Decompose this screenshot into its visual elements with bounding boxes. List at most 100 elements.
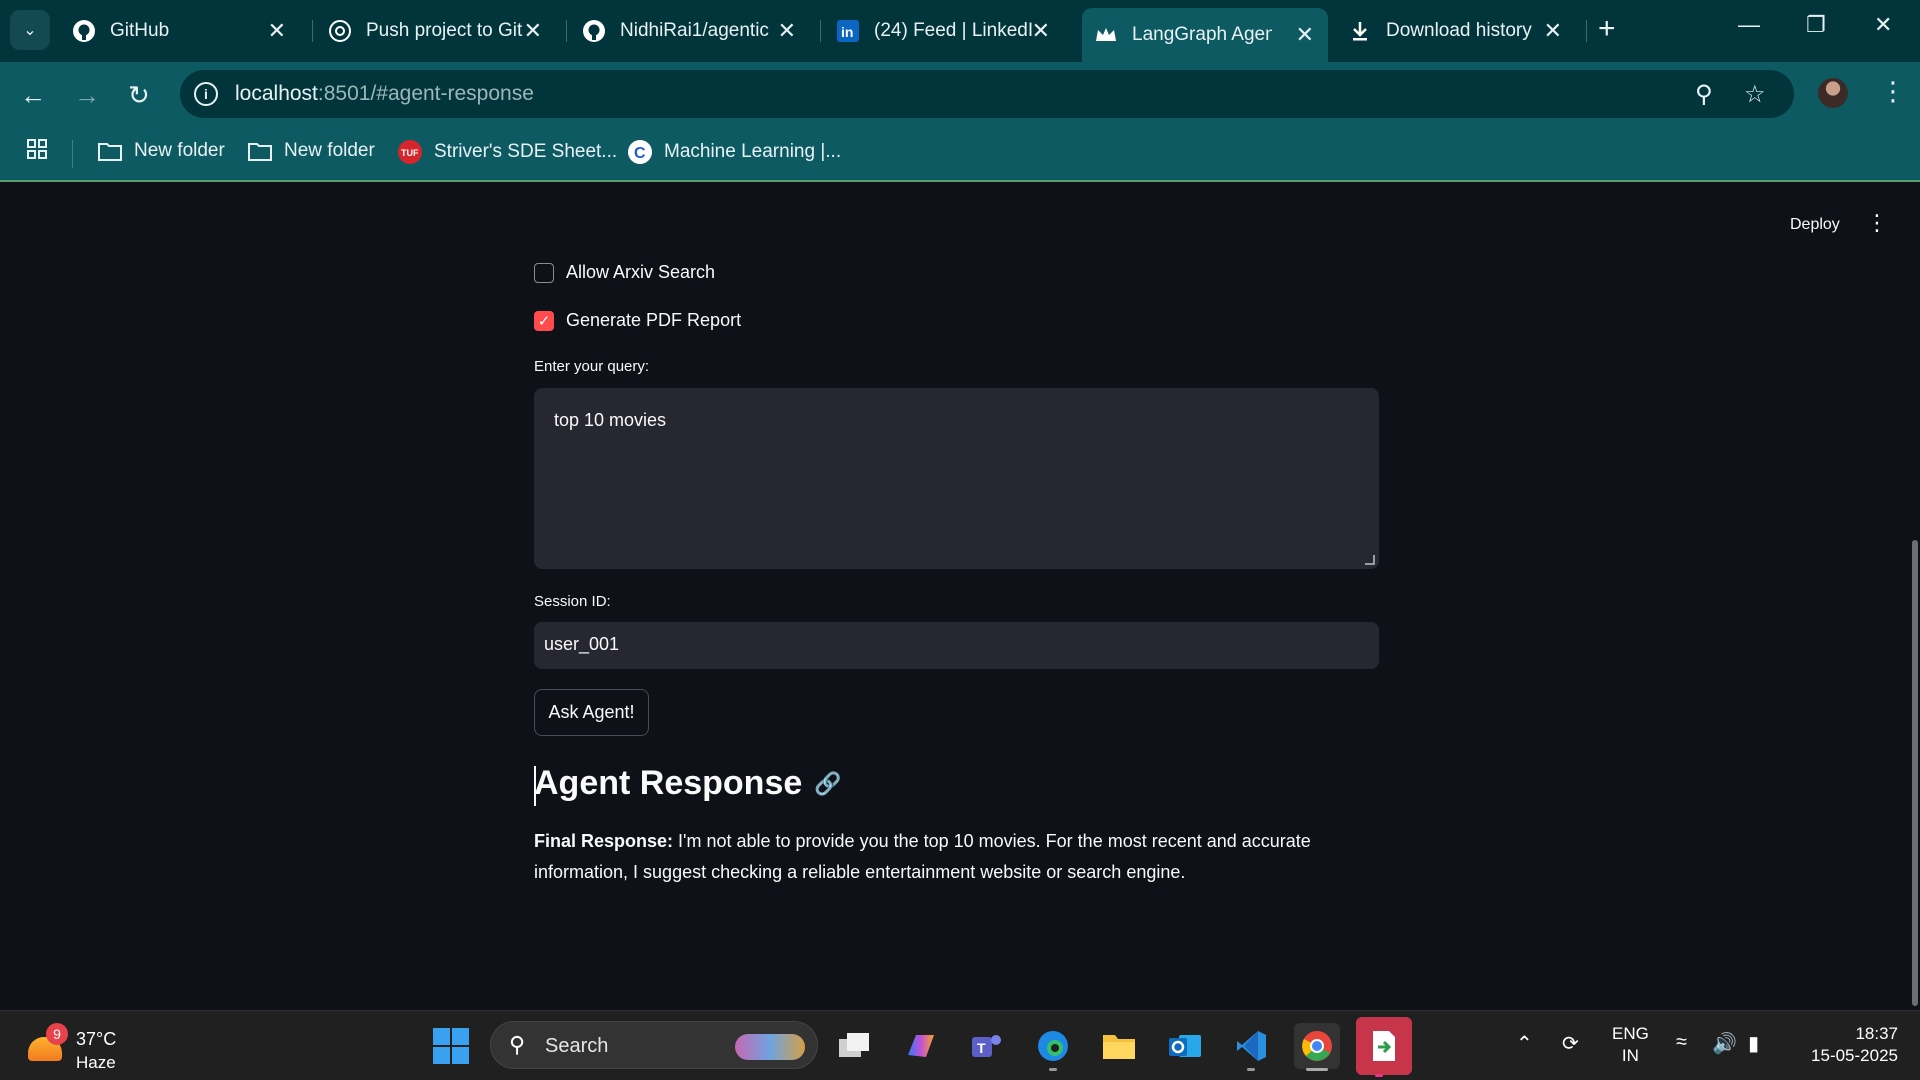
checkbox-checked-icon[interactable]: ✓ <box>534 310 554 331</box>
forward-arrow-icon[interactable]: → <box>74 80 100 111</box>
github-icon <box>582 19 606 43</box>
streamlit-crown-icon <box>1094 23 1118 47</box>
profile-avatar[interactable] <box>1818 78 1848 108</box>
close-icon[interactable]: ✕ <box>778 18 796 44</box>
tab-label: Push project to Git <box>366 20 523 41</box>
final-response-label: Final Response: <box>534 831 674 851</box>
address-bar[interactable]: i localhost:8501/#agent-response ⚲ ☆ <box>180 70 1794 118</box>
lang-line1: ENG <box>1612 1024 1649 1043</box>
search-label: Search <box>545 1035 609 1057</box>
weather-widget[interactable]: 9 37°C Haze <box>26 1023 146 1072</box>
checkbox-label: Allow Arxiv Search <box>566 262 716 282</box>
bookmark-machine-learning[interactable]: C Machine Learning |... <box>628 140 841 164</box>
edge-browser-icon[interactable] <box>1030 1023 1076 1071</box>
tab-github[interactable]: GitHub ✕ <box>60 10 300 52</box>
outlook-icon[interactable] <box>1162 1023 1208 1069</box>
bookmark-new-folder-1[interactable]: New folder <box>98 140 225 162</box>
back-arrow-icon[interactable]: ← <box>20 80 46 111</box>
teams-icon[interactable]: T <box>964 1023 1010 1069</box>
tab-push-project[interactable]: Push project to Git ✕ <box>316 10 556 52</box>
tab-label: NidhiRai1/agentic <box>620 20 769 41</box>
file-explorer-icon[interactable] <box>1096 1023 1142 1069</box>
bookmarks-bar: New folder New folder TUF Striver's SDE … <box>0 126 1920 182</box>
volume-icon[interactable]: 🔊 <box>1712 1031 1737 1056</box>
show-hidden-icons-chevron-icon[interactable]: ⌃ <box>1516 1031 1533 1056</box>
tab-divider <box>820 20 821 42</box>
tab-agentic-repo[interactable]: NidhiRai1/agentic ✕ <box>570 10 810 52</box>
clock-date: 15-05-2025 <box>1811 1046 1898 1065</box>
final-response-text: Final Response: I'm not able to provide … <box>534 826 1354 888</box>
tab-divider <box>566 20 567 42</box>
anchor-link-icon[interactable]: 🔗 <box>814 771 841 797</box>
exit-app-icon[interactable] <box>1356 1017 1412 1077</box>
folder-icon <box>248 141 272 161</box>
browser-menu-icon[interactable]: ⋮ <box>1880 76 1906 107</box>
browser-toolbar: ← → ↻ i localhost:8501/#agent-response ⚲… <box>0 62 1920 126</box>
running-indicator <box>1049 1068 1057 1071</box>
tab-linkedin[interactable]: in (24) Feed | LinkedI ✕ <box>824 10 1064 52</box>
tab-label: LangGraph Agent <box>1132 24 1272 45</box>
windows-start-icon[interactable] <box>433 1028 469 1064</box>
bookmark-label: New folder <box>134 140 225 161</box>
svg-text:in: in <box>841 24 853 40</box>
c-logo-icon: C <box>628 140 652 164</box>
bookmark-label: Striver's SDE Sheet... <box>434 141 618 162</box>
vscode-icon[interactable] <box>1228 1023 1274 1071</box>
temperature: 37°C <box>76 1029 117 1049</box>
url-text[interactable]: localhost:8501/#agent-response <box>235 82 534 106</box>
system-clock[interactable]: 18:37 15-05-2025 <box>1794 1023 1898 1067</box>
checkbox-label: Generate PDF Report <box>566 310 742 330</box>
session-label: Session ID: <box>534 593 611 610</box>
session-id-input[interactable]: user_001 <box>534 622 1379 669</box>
sync-icon[interactable]: ⟳ <box>1562 1031 1579 1056</box>
new-tab-plus-icon[interactable]: + <box>1598 14 1616 44</box>
copilot-icon[interactable] <box>898 1023 944 1069</box>
task-view-icon[interactable] <box>832 1023 878 1069</box>
bookmark-label: New folder <box>284 140 375 161</box>
search-icon: ⚲ <box>509 1032 526 1057</box>
language-indicator[interactable]: ENG IN <box>1612 1023 1649 1067</box>
clock-time: 18:37 <box>1855 1024 1898 1043</box>
notification-badge: 9 <box>46 1023 68 1045</box>
page-scrollbar[interactable] <box>1912 540 1918 1006</box>
generate-pdf-checkbox[interactable]: ✓ Generate PDF Report <box>534 310 741 331</box>
window-close-icon[interactable]: ✕ <box>1874 12 1892 38</box>
bookmark-new-folder-2[interactable]: New folder <box>248 140 375 162</box>
deploy-button[interactable]: Deploy <box>1790 216 1840 234</box>
query-textarea[interactable]: top 10 movies <box>534 388 1379 569</box>
tab-label: Download history <box>1386 20 1532 41</box>
close-icon[interactable]: ✕ <box>1544 18 1562 44</box>
ask-agent-button[interactable]: Ask Agent! <box>534 689 649 736</box>
running-indicator <box>1306 1068 1328 1071</box>
close-icon[interactable]: ✕ <box>1032 18 1050 44</box>
checkbox-unchecked-icon[interactable] <box>534 262 554 283</box>
app-menu-icon[interactable]: ⋮ <box>1866 210 1888 236</box>
close-icon[interactable]: ✕ <box>268 18 286 44</box>
site-info-icon[interactable]: i <box>194 82 218 106</box>
windows-taskbar: 9 37°C Haze ⚲ Search T ⌃ ⟳ ENG IN ≈ 🔊 ▮ … <box>0 1010 1920 1080</box>
wifi-icon[interactable]: ≈ <box>1676 1031 1687 1054</box>
apps-grid-icon[interactable] <box>26 138 48 160</box>
minimize-icon[interactable]: — <box>1738 12 1760 38</box>
weather-description: Haze <box>76 1053 116 1072</box>
streamlit-app: Deploy ⋮ Allow Arxiv Search ✓ Generate P… <box>0 184 1920 1010</box>
bookmark-star-icon[interactable]: ☆ <box>1744 80 1766 109</box>
chrome-icon[interactable] <box>1294 1023 1340 1071</box>
battery-icon[interactable]: ▮ <box>1748 1031 1759 1056</box>
tab-search-button[interactable]: ⌄ <box>10 10 50 50</box>
allow-arxiv-checkbox[interactable]: Allow Arxiv Search <box>534 262 715 283</box>
chatgpt-icon <box>328 19 352 43</box>
tab-download-history[interactable]: Download history ✕ <box>1336 10 1576 52</box>
reload-icon[interactable]: ↻ <box>128 80 150 111</box>
restore-icon[interactable]: ❐ <box>1806 12 1826 38</box>
tab-label: (24) Feed | LinkedI <box>874 20 1034 41</box>
close-icon[interactable]: ✕ <box>1296 22 1314 48</box>
resize-handle-icon[interactable] <box>1365 555 1375 565</box>
tab-langgraph-agent[interactable]: LangGraph Agent ✕ <box>1082 8 1328 62</box>
browser-tab-strip: ⌄ GitHub ✕ Push project to Git ✕ NidhiRa… <box>0 0 1920 62</box>
running-indicator <box>1247 1068 1255 1071</box>
bookmark-strivers-sheet[interactable]: TUF Striver's SDE Sheet... <box>398 140 617 164</box>
zoom-magnifier-icon[interactable]: ⚲ <box>1695 80 1713 109</box>
taskbar-search[interactable]: ⚲ Search <box>490 1021 818 1069</box>
close-icon[interactable]: ✕ <box>524 18 542 44</box>
